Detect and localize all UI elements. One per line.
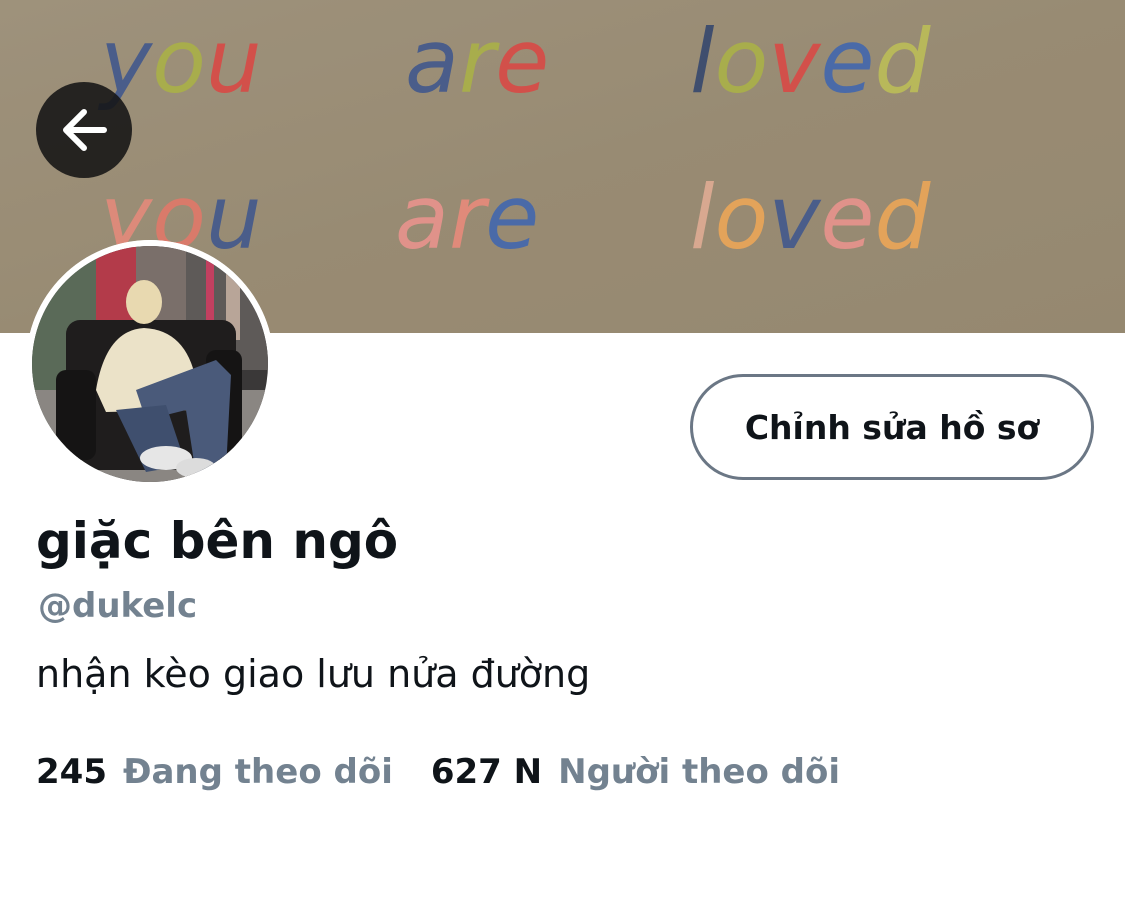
banner-word-are-1: are	[405, 10, 549, 113]
edit-profile-button[interactable]: Chỉnh sửa hồ sơ	[690, 374, 1094, 480]
user-handle: @dukelc	[38, 586, 198, 626]
banner-word-are-2: are	[395, 166, 539, 269]
avatar-image	[26, 240, 274, 488]
banner-word-you-1: you	[97, 10, 262, 113]
profile-bio: nhận kèo giao lưu nửa đường	[36, 652, 591, 696]
followers-count: 627 N	[430, 752, 543, 792]
arrow-left-icon	[63, 109, 107, 151]
avatar[interactable]	[26, 240, 274, 488]
following-count: 245	[36, 752, 107, 792]
following-label: Đang theo dõi	[122, 752, 393, 792]
follow-stats: 245 Đang theo dõi 627 N Người theo dõi	[36, 752, 840, 792]
profile-page: you are loved you are loved Chỉnh sửa hồ…	[0, 0, 1125, 914]
following-link[interactable]: 245 Đang theo dõi	[36, 752, 393, 792]
banner-word-loved-2: loved	[690, 166, 932, 269]
banner-word-loved-1: loved	[690, 10, 932, 113]
followers-link[interactable]: 627 N Người theo dõi	[431, 752, 840, 792]
back-button[interactable]	[36, 82, 132, 178]
display-name: giặc bên ngô	[36, 512, 399, 570]
followers-label: Người theo dõi	[558, 752, 841, 792]
